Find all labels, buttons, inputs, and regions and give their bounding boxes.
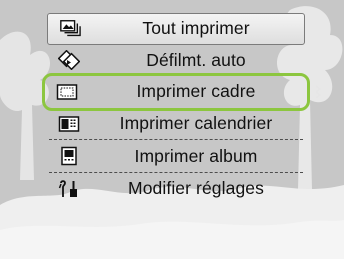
menu-item-label: Imprimer calendrier bbox=[119, 113, 273, 134]
menu-item-settings[interactable]: Modifier réglages bbox=[47, 173, 305, 205]
settings-icon bbox=[58, 179, 80, 199]
menu-item-album-print[interactable]: Imprimer album bbox=[47, 140, 305, 172]
frame-print-icon bbox=[56, 82, 78, 102]
menu-item-label: Tout imprimer bbox=[142, 18, 250, 39]
menu-item-label: Imprimer album bbox=[134, 145, 258, 166]
scroll-hint-icon bbox=[315, 85, 321, 99]
calendar-print-icon bbox=[58, 114, 80, 134]
menu-item-calendar-print[interactable]: Imprimer calendrier bbox=[47, 108, 305, 140]
menu-item-print-all[interactable]: Tout imprimer bbox=[47, 13, 305, 45]
print-menu: Tout imprimer Défilmt. auto Imprimer cad… bbox=[42, 13, 321, 205]
menu-item-label: Défilmt. auto bbox=[146, 49, 246, 70]
menu-item-frame-print[interactable]: Imprimer cadre bbox=[42, 73, 321, 111]
menu-item-label: Imprimer cadre bbox=[136, 81, 256, 102]
print-all-icon bbox=[59, 19, 81, 39]
menu-item-slideshow[interactable]: Défilmt. auto bbox=[47, 45, 305, 77]
slideshow-icon bbox=[58, 50, 80, 71]
menu-item-label: Modifier réglages bbox=[128, 178, 264, 199]
album-print-icon bbox=[58, 146, 80, 166]
